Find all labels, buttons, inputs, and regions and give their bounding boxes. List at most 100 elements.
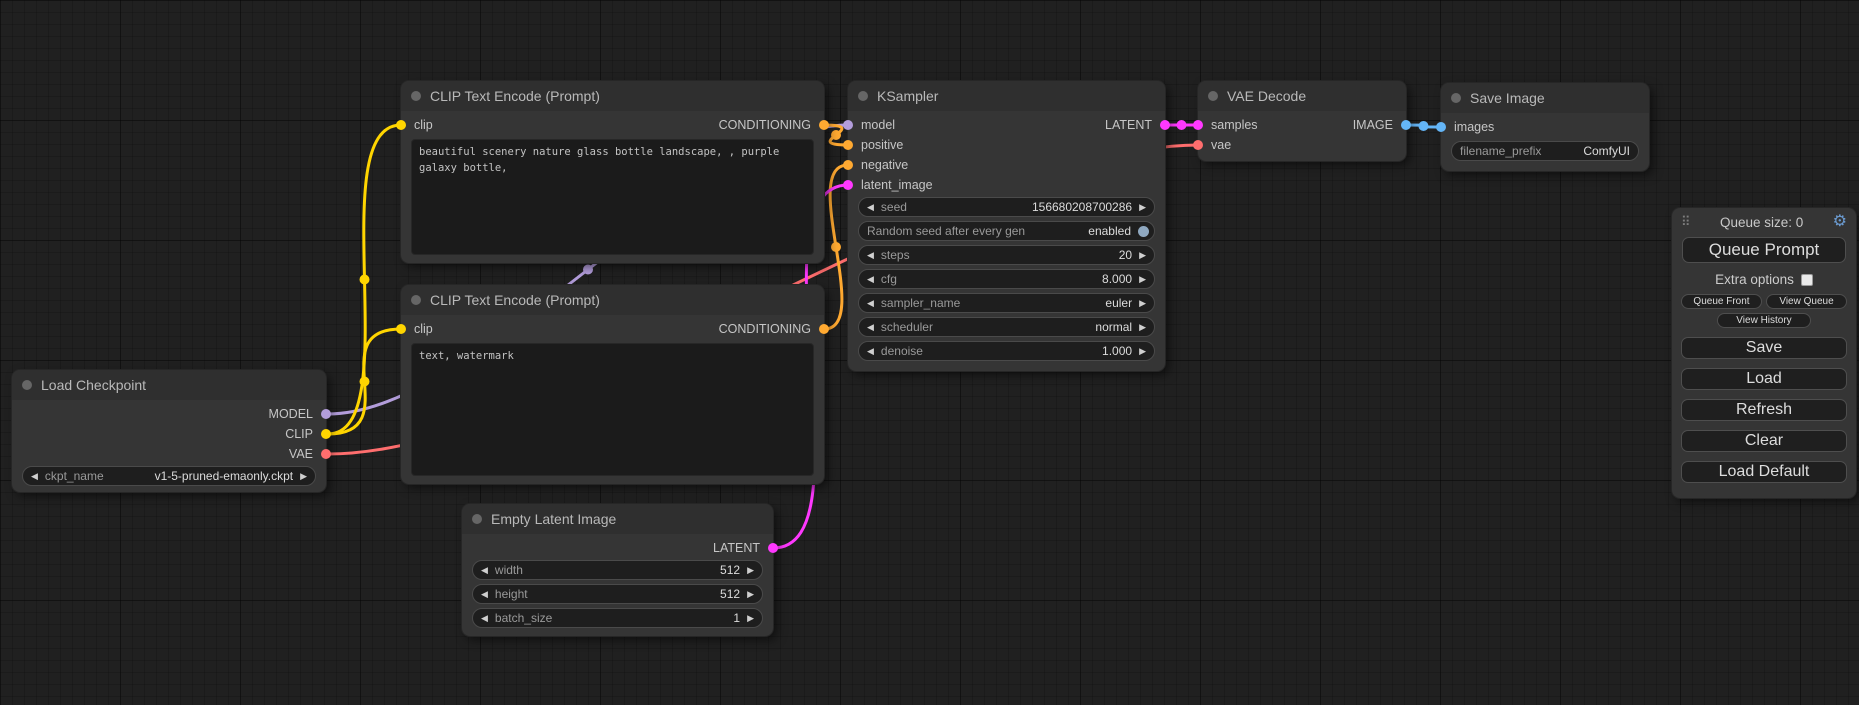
ckpt-name-widget[interactable]: ◀ ckpt_name v1-5-pruned-emaonly.ckpt ▶: [22, 466, 316, 486]
latent-output-port[interactable]: [768, 543, 778, 553]
node-clip-text-encode-positive[interactable]: CLIP Text Encode (Prompt) clip CONDITION…: [401, 81, 824, 263]
samples-input-port[interactable]: [1193, 120, 1203, 130]
slot-row: images: [1441, 117, 1649, 137]
view-queue-button[interactable]: View Queue: [1766, 294, 1847, 309]
decrement-arrow-icon[interactable]: ◀: [481, 614, 488, 623]
vae-decode-title-bar[interactable]: VAE Decode: [1198, 81, 1406, 111]
slot-row: VAE: [12, 444, 326, 464]
decrement-arrow-icon[interactable]: ◀: [867, 299, 874, 308]
increment-arrow-icon[interactable]: ▶: [1139, 323, 1146, 332]
node-load-checkpoint[interactable]: Load Checkpoint MODEL CLIP VAE ◀ ckpt_na…: [12, 370, 326, 492]
refresh-button[interactable]: Refresh: [1681, 399, 1847, 421]
slot-row: MODEL: [12, 404, 326, 424]
batch-size-widget[interactable]: ◀ batch_size 1 ▶: [472, 608, 763, 628]
widget-label: Random seed after every gen: [867, 224, 1025, 238]
queue-prompt-button[interactable]: Queue Prompt: [1682, 237, 1846, 263]
slot-row: vae: [1198, 135, 1406, 155]
random-seed-toggle[interactable]: [1138, 226, 1149, 237]
widget-label: steps: [881, 248, 910, 262]
conditioning-output-port[interactable]: [819, 120, 829, 130]
collapse-dot-icon[interactable]: [472, 514, 482, 524]
decrement-arrow-icon[interactable]: ◀: [867, 275, 874, 284]
decrement-arrow-icon[interactable]: ◀: [867, 203, 874, 212]
negative-input-port[interactable]: [843, 160, 853, 170]
empty-latent-title-bar[interactable]: Empty Latent Image: [462, 504, 773, 534]
decrement-arrow-icon[interactable]: ◀: [31, 472, 38, 481]
image-output-port[interactable]: [1401, 120, 1411, 130]
save-button[interactable]: Save: [1681, 337, 1847, 359]
extra-options-checkbox[interactable]: [1801, 274, 1813, 286]
load-button[interactable]: Load: [1681, 368, 1847, 390]
widget-value: 512: [720, 563, 740, 577]
queue-size-label: Queue size: 0: [1691, 215, 1833, 230]
clear-button[interactable]: Clear: [1681, 430, 1847, 452]
increment-arrow-icon[interactable]: ▶: [747, 614, 754, 623]
model-output-port[interactable]: [321, 409, 331, 419]
sampler-name-widget[interactable]: ◀ sampler_name euler ▶: [858, 293, 1155, 313]
decrement-arrow-icon[interactable]: ◀: [481, 566, 488, 575]
scheduler-widget[interactable]: ◀ scheduler normal ▶: [858, 317, 1155, 337]
increment-arrow-icon[interactable]: ▶: [1139, 203, 1146, 212]
save-image-title-bar[interactable]: Save Image: [1441, 83, 1649, 113]
conditioning-output-port[interactable]: [819, 324, 829, 334]
wire-midpoint-dot: [583, 265, 593, 275]
collapse-dot-icon[interactable]: [22, 380, 32, 390]
widget-label: scheduler: [881, 320, 933, 334]
negative-prompt-textarea[interactable]: text, watermark: [411, 343, 814, 476]
seed-widget[interactable]: ◀ seed 156680208700286 ▶: [858, 197, 1155, 217]
cfg-widget[interactable]: ◀ cfg 8.000 ▶: [858, 269, 1155, 289]
node-vae-decode[interactable]: VAE Decode samples IMAGE vae: [1198, 81, 1406, 161]
increment-arrow-icon[interactable]: ▶: [300, 472, 307, 481]
node-save-image[interactable]: Save Image images filename_prefix ComfyU…: [1441, 83, 1649, 171]
denoise-widget[interactable]: ◀ denoise 1.000 ▶: [858, 341, 1155, 361]
model-output-label: MODEL: [269, 407, 313, 421]
clip-input-port[interactable]: [396, 324, 406, 334]
random-seed-widget[interactable]: Random seed after every gen enabled: [858, 221, 1155, 241]
model-input-port[interactable]: [843, 120, 853, 130]
drag-handle-icon[interactable]: ⠿: [1681, 214, 1691, 230]
collapse-dot-icon[interactable]: [411, 91, 421, 101]
latent-output-port[interactable]: [1160, 120, 1170, 130]
increment-arrow-icon[interactable]: ▶: [1139, 347, 1146, 356]
increment-arrow-icon[interactable]: ▶: [1139, 299, 1146, 308]
collapse-dot-icon[interactable]: [858, 91, 868, 101]
height-widget[interactable]: ◀ height 512 ▶: [472, 584, 763, 604]
decrement-arrow-icon[interactable]: ◀: [867, 323, 874, 332]
settings-gear-icon[interactable]: ⚙: [1833, 214, 1847, 230]
steps-widget[interactable]: ◀ steps 20 ▶: [858, 245, 1155, 265]
increment-arrow-icon[interactable]: ▶: [747, 590, 754, 599]
images-input-port[interactable]: [1436, 122, 1446, 132]
extra-options-row: Extra options: [1672, 272, 1856, 287]
load-default-button[interactable]: Load Default: [1681, 461, 1847, 483]
node-clip-text-encode-negative[interactable]: CLIP Text Encode (Prompt) clip CONDITION…: [401, 285, 824, 484]
width-widget[interactable]: ◀ width 512 ▶: [472, 560, 763, 580]
widget-label: sampler_name: [881, 296, 960, 310]
increment-arrow-icon[interactable]: ▶: [1139, 251, 1146, 260]
decrement-arrow-icon[interactable]: ◀: [867, 347, 874, 356]
collapse-dot-icon[interactable]: [1451, 93, 1461, 103]
queue-front-button[interactable]: Queue Front: [1681, 294, 1762, 309]
increment-arrow-icon[interactable]: ▶: [1139, 275, 1146, 284]
widget-value: 1.000: [1102, 344, 1132, 358]
clip-encode-negative-title-bar[interactable]: CLIP Text Encode (Prompt): [401, 285, 824, 315]
clip-output-port[interactable]: [321, 429, 331, 439]
ksampler-title-bar[interactable]: KSampler: [848, 81, 1165, 111]
latent-image-input-port[interactable]: [843, 180, 853, 190]
latent-image-input-label: latent_image: [861, 178, 933, 192]
vae-input-port[interactable]: [1193, 140, 1203, 150]
node-empty-latent-image[interactable]: Empty Latent Image LATENT ◀ width 512 ▶ …: [462, 504, 773, 636]
increment-arrow-icon[interactable]: ▶: [747, 566, 754, 575]
load-checkpoint-title-bar[interactable]: Load Checkpoint: [12, 370, 326, 400]
filename-prefix-widget[interactable]: filename_prefix ComfyUI: [1451, 141, 1639, 161]
decrement-arrow-icon[interactable]: ◀: [867, 251, 874, 260]
view-history-button[interactable]: View History: [1717, 313, 1811, 328]
clip-encode-positive-title-bar[interactable]: CLIP Text Encode (Prompt): [401, 81, 824, 111]
decrement-arrow-icon[interactable]: ◀: [481, 590, 488, 599]
clip-input-port[interactable]: [396, 120, 406, 130]
collapse-dot-icon[interactable]: [1208, 91, 1218, 101]
positive-input-port[interactable]: [843, 140, 853, 150]
vae-output-port[interactable]: [321, 449, 331, 459]
collapse-dot-icon[interactable]: [411, 295, 421, 305]
positive-prompt-textarea[interactable]: beautiful scenery nature glass bottle la…: [411, 139, 814, 255]
node-ksampler[interactable]: KSampler model LATENT positive negative …: [848, 81, 1165, 371]
